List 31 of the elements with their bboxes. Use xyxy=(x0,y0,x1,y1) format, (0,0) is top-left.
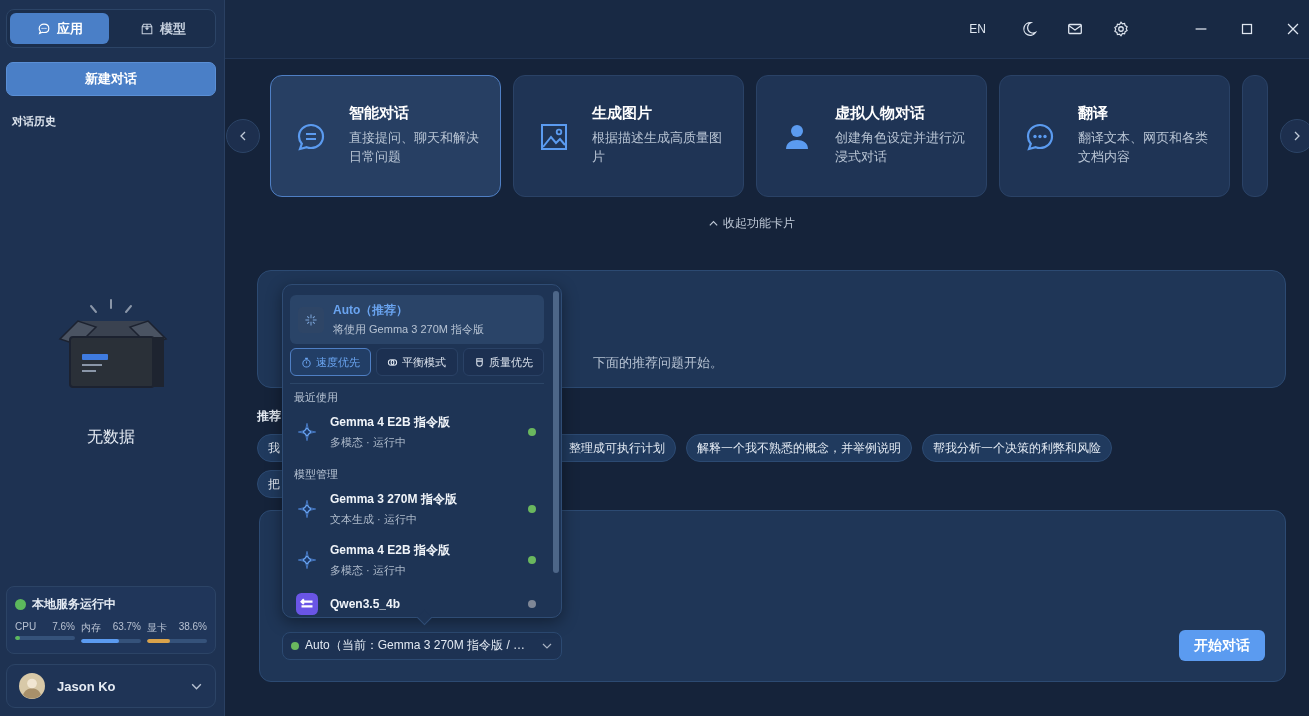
section-heading: 最近使用 xyxy=(293,390,339,405)
recommend-heading: 推荐 xyxy=(257,408,281,425)
model-description: 文本生成 · 运行中 xyxy=(330,512,418,527)
model-description: 多模态 · 运行中 xyxy=(330,435,407,450)
user-name: Jason Ko xyxy=(57,678,117,694)
metric-label: 显卡 xyxy=(147,621,167,635)
card-description: 直接提问、聊天和解决日常问题 xyxy=(349,130,480,166)
auto-title: Auto（推荐） xyxy=(333,302,410,319)
metric-value: 38.6% xyxy=(178,621,207,634)
card-title: 虚拟人物对话 xyxy=(835,104,926,123)
metric-value: 7.6% xyxy=(52,621,75,632)
welcome-description: 下面的推荐问题开始。 xyxy=(593,355,723,372)
card-title: 翻译 xyxy=(1078,104,1109,123)
model-name: Qwen3.5_4b xyxy=(330,597,402,611)
model-name: Gemma 4 E2B 指令版 xyxy=(330,414,452,431)
card-title: 生成图片 xyxy=(592,104,653,123)
metric-value: 63.7% xyxy=(112,621,141,634)
model-name: Gemma 3 270M 指令版 xyxy=(330,491,458,508)
card-description: 翻译文本、网页和各类文档内容 xyxy=(1078,130,1209,166)
card-description: 根据描述生成高质量图片 xyxy=(592,130,723,166)
metric-label: CPU xyxy=(15,621,37,632)
history-heading: 对话历史 xyxy=(11,114,57,129)
card-description: 创建角色设定并进行沉浸式对话 xyxy=(835,130,966,166)
model-name: Gemma 4 E2B 指令版 xyxy=(330,542,452,559)
card-title: 智能对话 xyxy=(349,104,410,123)
section-heading: 模型管理 xyxy=(293,467,339,482)
metric-label: 内存 xyxy=(81,621,101,635)
auto-subtitle: 将使用 Gemma 3 270M 指令版 xyxy=(333,322,484,337)
service-status: 本地服务运行中 xyxy=(32,596,116,613)
model-description: 多模态 · 运行中 xyxy=(330,563,407,578)
empty-message: 无数据 xyxy=(87,427,135,447)
